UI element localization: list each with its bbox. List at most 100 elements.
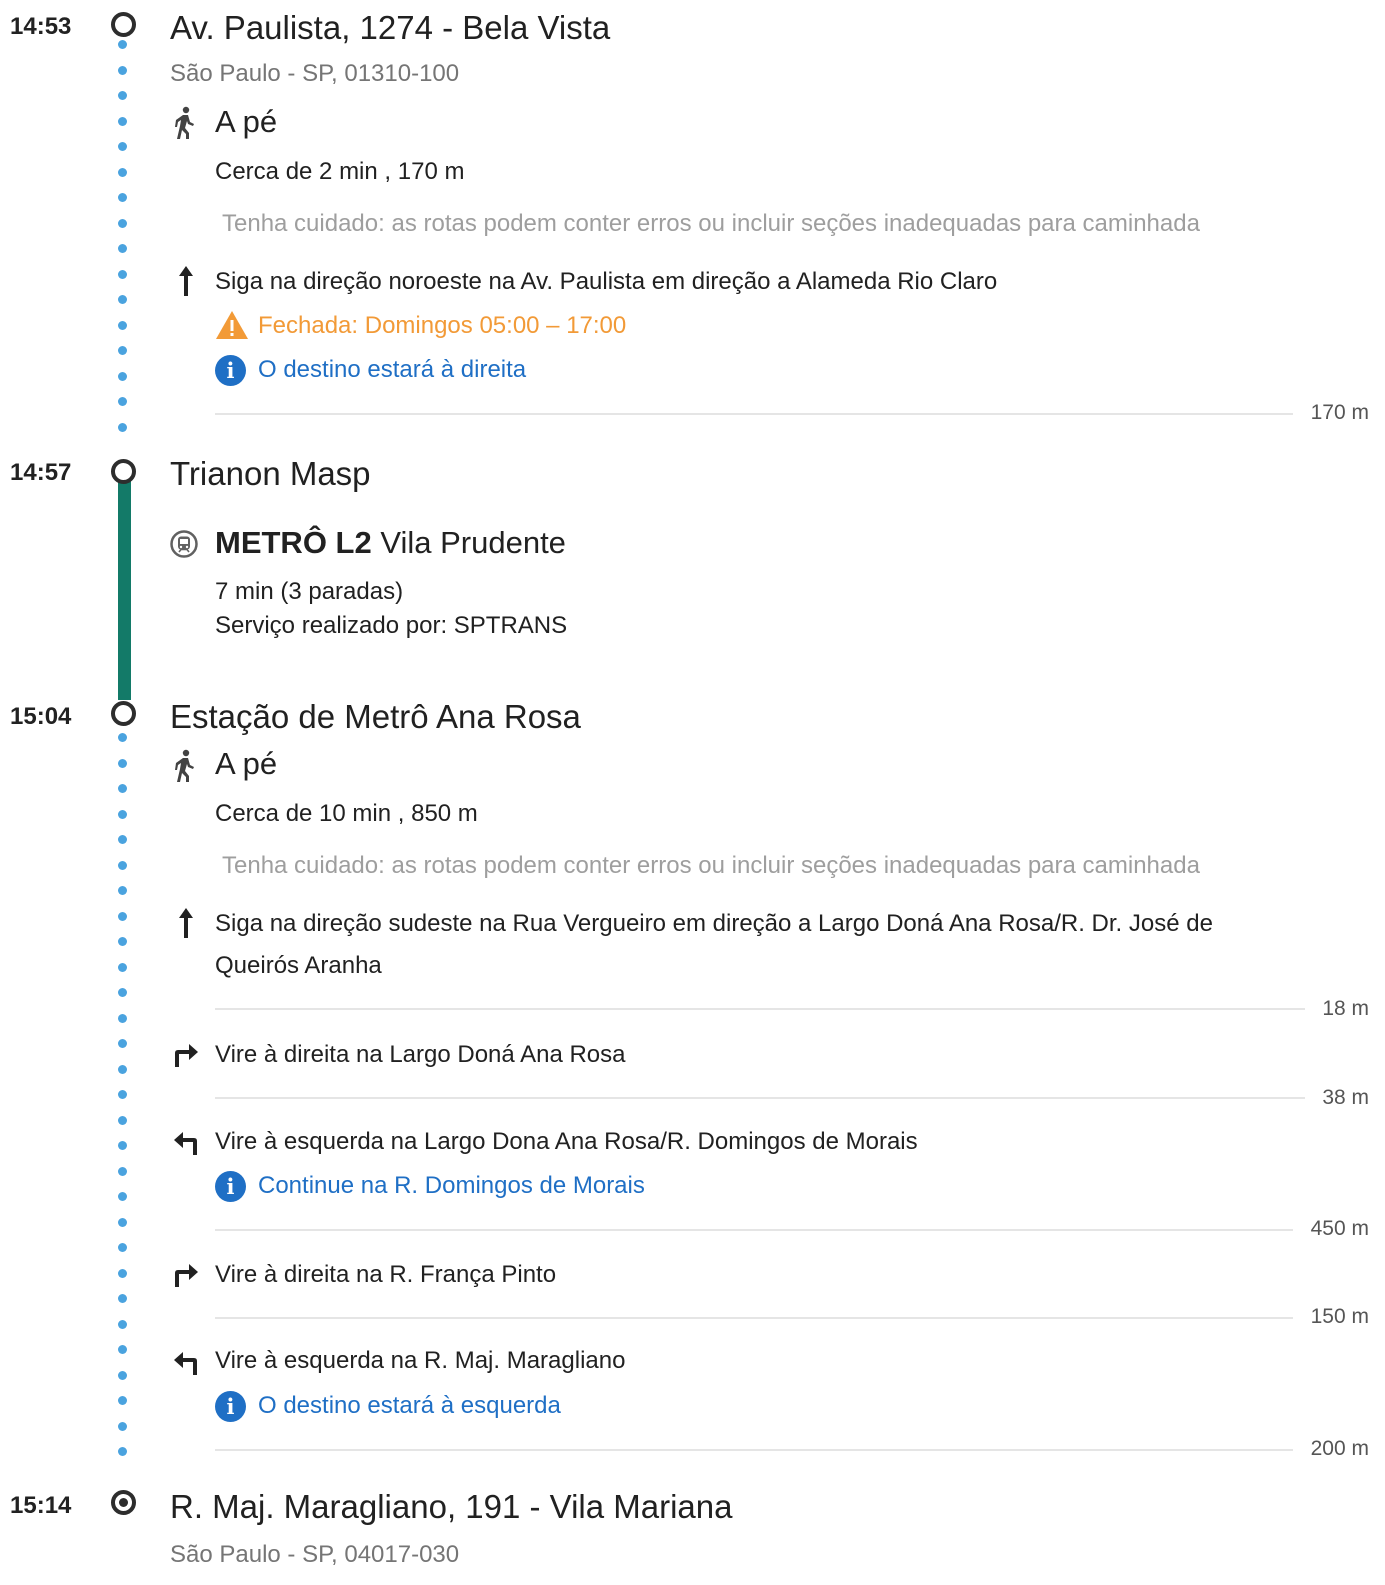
walk-dot <box>118 1319 127 1329</box>
walk-dot <box>118 346 127 355</box>
walk-dot <box>118 1192 127 1201</box>
transit-line[interactable]: METRÔ L2 Vila Prudente <box>215 525 566 561</box>
walk-icon <box>175 749 194 782</box>
turn-left-icon <box>174 1352 197 1375</box>
divider <box>215 1097 1305 1099</box>
origin-node <box>111 12 136 37</box>
origin-title[interactable]: Av. Paulista, 1274 - Bela Vista <box>170 9 610 47</box>
arrow-up-icon <box>179 908 193 938</box>
info-icon: i <box>215 355 246 386</box>
warning-icon <box>216 311 248 339</box>
walk-dot <box>118 937 127 946</box>
walk-dot <box>118 40 127 49</box>
walk-dot <box>118 784 127 793</box>
walk2-step-3-info: Continue na R. Domingos de Morais <box>258 1172 645 1199</box>
walk-dot <box>118 1090 127 1099</box>
walk2-step-2-distance: 38 m <box>1322 1086 1369 1109</box>
walk2-step-1-text-cont[interactable]: Queirós Aranha <box>215 952 382 980</box>
walk-dot <box>118 91 127 100</box>
walk2-step-1-distance: 18 m <box>1322 997 1369 1020</box>
walk2-step-4-distance: 150 m <box>1310 1305 1369 1328</box>
walk-summary: Cerca de 2 min , 170 m <box>215 158 465 185</box>
walk-dot <box>118 1141 127 1150</box>
walk-dot <box>118 1345 127 1354</box>
walk-dot <box>118 1396 127 1405</box>
walk-dot <box>118 269 127 279</box>
info-icon: i <box>215 1391 246 1422</box>
info-icon: i <box>215 1171 246 1202</box>
walk2-caution-note: Tenha cuidado: as rotas podem conter err… <box>222 852 1200 879</box>
stop1-time: 14:57 <box>10 459 72 486</box>
walk-dot <box>118 1064 127 1074</box>
walk-dot <box>118 1370 127 1380</box>
metro-line-segment <box>118 478 131 700</box>
walk-mode-label: A pé <box>215 104 278 139</box>
walk-dot <box>118 320 127 330</box>
walk-dot <box>118 397 127 406</box>
transit-headsign: Vila Prudente <box>380 525 566 560</box>
walk1-step-1-info: O destino estará à direita <box>258 356 527 383</box>
walk-dot <box>118 167 127 177</box>
walk-dot <box>118 758 127 768</box>
walk-dot <box>118 193 127 202</box>
stop2-title[interactable]: Estação de Metrô Ana Rosa <box>170 698 581 736</box>
walk-dot <box>118 835 127 844</box>
walk-dot <box>118 733 127 742</box>
origin-address: São Paulo - SP, 01310-100 <box>170 60 460 87</box>
walk-dot <box>118 116 127 126</box>
divider <box>215 413 1293 415</box>
walk-dot <box>118 1166 127 1176</box>
walk2-step-4-text[interactable]: Vire à direita na R. França Pinto <box>215 1261 556 1289</box>
walk-dot <box>118 1421 127 1431</box>
walk-dot <box>118 65 127 75</box>
walk2-step-5-info: O destino estará à esquerda <box>258 1392 561 1419</box>
destination-time: 15:14 <box>10 1492 72 1519</box>
divider <box>215 1449 1293 1451</box>
walk2-step-3-text[interactable]: Vire à esquerda na Largo Dona Ana Rosa/R… <box>215 1128 918 1156</box>
walk-dot <box>118 886 127 895</box>
stop-node-trianon <box>111 459 136 484</box>
walk-dot <box>118 142 127 151</box>
transit-operator: Serviço realizado por: SPTRANS <box>215 612 568 639</box>
arrow-up-icon <box>179 266 193 296</box>
stop2-time: 15:04 <box>10 703 72 730</box>
walk-dot <box>118 860 127 870</box>
transit-line-name: METRÔ L2 <box>215 525 372 560</box>
walk1-step-1-text[interactable]: Siga na direção noroeste na Av. Paulista… <box>215 268 997 296</box>
walk-dot <box>118 1294 127 1303</box>
origin-time: 14:53 <box>10 13 72 40</box>
walk-dot <box>118 1447 127 1456</box>
walk2-summary: Cerca de 10 min , 850 m <box>215 800 478 827</box>
turn-left-icon <box>174 1132 197 1155</box>
walk2-step-5-distance: 200 m <box>1310 1437 1369 1460</box>
turn-right-icon <box>175 1044 198 1067</box>
walk-caution-note: Tenha cuidado: as rotas podem conter err… <box>222 210 1200 237</box>
walk-dot <box>118 295 127 304</box>
stop-node-ana-rosa <box>111 701 136 726</box>
walk-dot <box>118 1013 127 1023</box>
walk2-step-1-text[interactable]: Siga na direção sudeste na Rua Vergueiro… <box>215 910 1213 938</box>
walk2-step-3-distance: 450 m <box>1310 1217 1369 1240</box>
closure-warning: Fechada: Domingos 05:00 – 17:00 <box>258 312 627 339</box>
walk-dot <box>118 244 127 253</box>
walk-dot <box>118 371 127 381</box>
walk-dot <box>118 911 127 921</box>
divider <box>215 1317 1293 1319</box>
turn-right-icon <box>175 1264 198 1287</box>
destination-title[interactable]: R. Maj. Maragliano, 191 - Vila Mariana <box>170 1488 732 1526</box>
walk2-step-5-text[interactable]: Vire à esquerda na R. Maj. Maragliano <box>215 1347 625 1375</box>
walk-icon <box>175 106 194 139</box>
destination-node <box>111 1490 136 1515</box>
walk-dot <box>118 1268 127 1278</box>
destination-address: São Paulo - SP, 04017-030 <box>170 1541 460 1568</box>
divider <box>215 1229 1293 1231</box>
walk-dot <box>118 1243 127 1252</box>
stop1-title[interactable]: Trianon Masp <box>170 455 371 493</box>
walk-dot <box>118 1039 127 1048</box>
walk-dot <box>118 1115 127 1125</box>
transit-duration: 7 min (3 paradas) <box>215 578 404 605</box>
metro-icon <box>170 530 198 558</box>
walk2-step-2-text[interactable]: Vire à direita na Largo Doná Ana Rosa <box>215 1041 626 1069</box>
walk-dot <box>118 1217 127 1227</box>
divider <box>215 1008 1305 1010</box>
